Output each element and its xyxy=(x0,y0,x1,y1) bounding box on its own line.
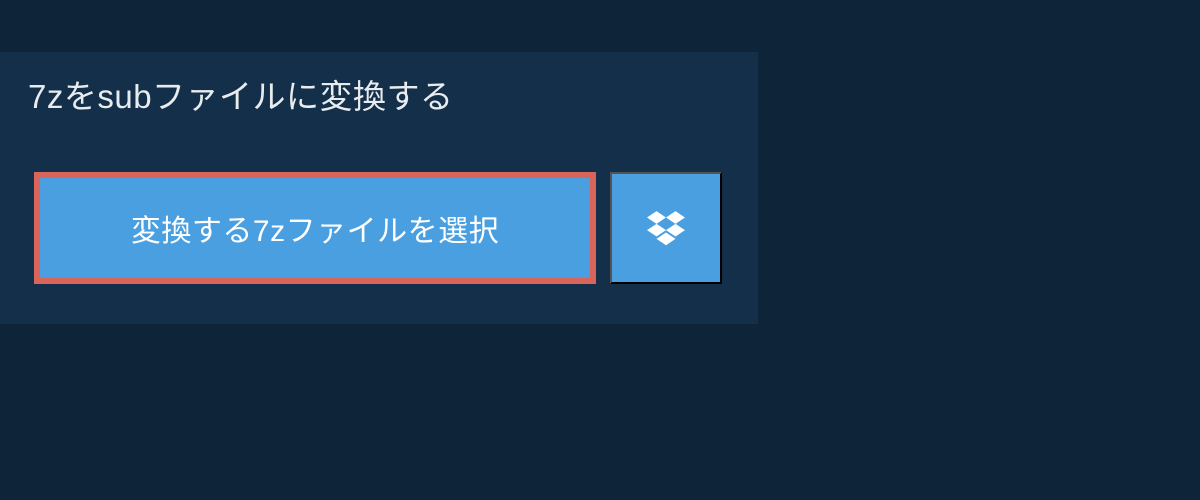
page-title: 7zをsubファイルに変換する xyxy=(0,52,482,136)
action-row: 変換する7zファイルを選択 xyxy=(0,172,758,284)
dropbox-icon xyxy=(647,208,685,249)
select-file-label: 変換する7zファイルを選択 xyxy=(131,206,499,250)
converter-panel: 7zをsubファイルに変換する 変換する7zファイルを選択 xyxy=(0,52,758,324)
select-file-button[interactable]: 変換する7zファイルを選択 xyxy=(34,172,596,284)
dropbox-button[interactable] xyxy=(610,172,722,284)
